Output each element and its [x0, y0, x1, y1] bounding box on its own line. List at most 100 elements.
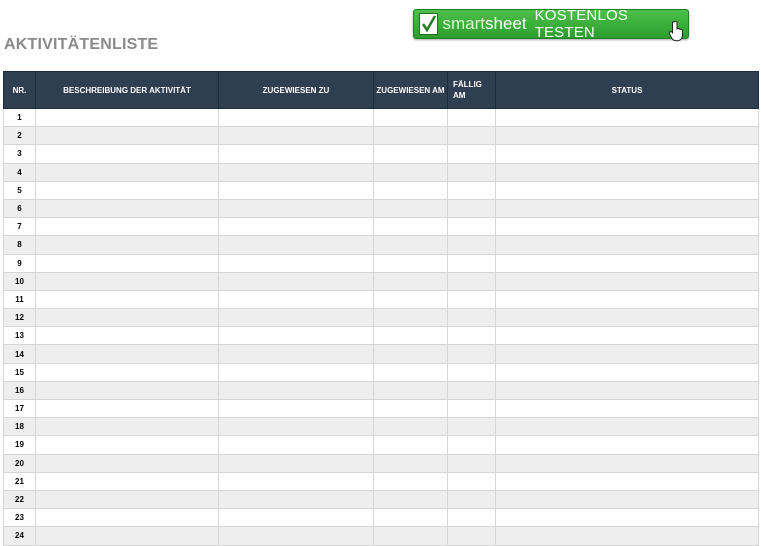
cell-zugewiesen-zu[interactable]	[218, 107, 374, 128]
cell-zugewiesen-am[interactable]	[373, 362, 448, 382]
cell-zugewiesen-zu[interactable]	[218, 162, 374, 182]
cell-zugewiesen-zu[interactable]	[218, 489, 374, 510]
cell-zugewiesen-am[interactable]	[373, 253, 448, 273]
cell-status[interactable]	[495, 326, 759, 346]
cell-zugewiesen-zu[interactable]	[218, 308, 374, 328]
cell-status[interactable]	[495, 271, 759, 291]
cell-beschreibung[interactable]	[35, 326, 219, 346]
cell-beschreibung[interactable]	[35, 453, 219, 473]
cell-faellig-am[interactable]	[447, 326, 496, 346]
cell-faellig-am[interactable]	[447, 162, 496, 182]
cell-status[interactable]	[495, 180, 759, 200]
cell-status[interactable]	[495, 308, 759, 328]
cell-zugewiesen-am[interactable]	[373, 417, 448, 437]
cell-zugewiesen-zu[interactable]	[218, 144, 374, 164]
cell-faellig-am[interactable]	[447, 271, 496, 291]
cell-beschreibung[interactable]	[35, 489, 219, 510]
cell-zugewiesen-zu[interactable]	[218, 398, 374, 419]
cell-status[interactable]	[495, 126, 759, 146]
cell-beschreibung[interactable]	[35, 344, 219, 364]
cell-beschreibung[interactable]	[35, 235, 219, 255]
cell-zugewiesen-am[interactable]	[373, 271, 448, 291]
cell-status[interactable]	[495, 508, 759, 528]
cell-zugewiesen-am[interactable]	[373, 180, 448, 200]
cell-status[interactable]	[495, 489, 759, 510]
cell-zugewiesen-zu[interactable]	[218, 126, 374, 146]
cell-zugewiesen-am[interactable]	[373, 526, 448, 546]
cell-beschreibung[interactable]	[35, 217, 219, 237]
cell-beschreibung[interactable]	[35, 417, 219, 437]
cell-zugewiesen-zu[interactable]	[218, 326, 374, 346]
cell-faellig-am[interactable]	[447, 398, 496, 419]
cell-beschreibung[interactable]	[35, 508, 219, 528]
cell-status[interactable]	[495, 107, 759, 128]
cell-zugewiesen-am[interactable]	[373, 308, 448, 328]
cell-status[interactable]	[495, 417, 759, 437]
cell-status[interactable]	[495, 289, 759, 310]
cell-status[interactable]	[495, 453, 759, 473]
cell-beschreibung[interactable]	[35, 162, 219, 182]
cell-status[interactable]	[495, 253, 759, 273]
cell-faellig-am[interactable]	[447, 217, 496, 237]
cell-faellig-am[interactable]	[447, 126, 496, 146]
cell-beschreibung[interactable]	[35, 253, 219, 273]
cell-beschreibung[interactable]	[35, 398, 219, 419]
cell-faellig-am[interactable]	[447, 198, 496, 219]
cell-zugewiesen-zu[interactable]	[218, 508, 374, 528]
cell-status[interactable]	[495, 217, 759, 237]
cell-beschreibung[interactable]	[35, 308, 219, 328]
cell-zugewiesen-am[interactable]	[373, 198, 448, 219]
cell-zugewiesen-am[interactable]	[373, 344, 448, 364]
cell-beschreibung[interactable]	[35, 144, 219, 164]
cell-zugewiesen-am[interactable]	[373, 235, 448, 255]
cell-beschreibung[interactable]	[35, 107, 219, 128]
cell-beschreibung[interactable]	[35, 362, 219, 382]
cell-zugewiesen-am[interactable]	[373, 162, 448, 182]
cell-faellig-am[interactable]	[447, 471, 496, 491]
cell-status[interactable]	[495, 435, 759, 455]
cell-faellig-am[interactable]	[447, 526, 496, 546]
cell-zugewiesen-am[interactable]	[373, 489, 448, 510]
cell-beschreibung[interactable]	[35, 180, 219, 200]
cell-zugewiesen-am[interactable]	[373, 217, 448, 237]
cell-faellig-am[interactable]	[447, 308, 496, 328]
cell-faellig-am[interactable]	[447, 489, 496, 510]
cell-faellig-am[interactable]	[447, 435, 496, 455]
cell-zugewiesen-zu[interactable]	[218, 253, 374, 273]
cell-zugewiesen-zu[interactable]	[218, 180, 374, 200]
cell-zugewiesen-am[interactable]	[373, 289, 448, 310]
smartsheet-trial-banner[interactable]: smart sheet KOSTENLOS TESTEN	[413, 7, 689, 42]
cell-zugewiesen-zu[interactable]	[218, 217, 374, 237]
cell-zugewiesen-zu[interactable]	[218, 471, 374, 491]
cell-status[interactable]	[495, 144, 759, 164]
cell-zugewiesen-zu[interactable]	[218, 453, 374, 473]
cell-beschreibung[interactable]	[35, 289, 219, 310]
cell-zugewiesen-zu[interactable]	[218, 235, 374, 255]
cell-faellig-am[interactable]	[447, 453, 496, 473]
cell-beschreibung[interactable]	[35, 435, 219, 455]
cell-status[interactable]	[495, 526, 759, 546]
cell-faellig-am[interactable]	[447, 380, 496, 401]
cell-status[interactable]	[495, 198, 759, 219]
cell-zugewiesen-am[interactable]	[373, 398, 448, 419]
cell-faellig-am[interactable]	[447, 180, 496, 200]
cell-status[interactable]	[495, 471, 759, 491]
cell-faellig-am[interactable]	[447, 107, 496, 128]
cell-zugewiesen-am[interactable]	[373, 126, 448, 146]
cell-beschreibung[interactable]	[35, 526, 219, 546]
cell-status[interactable]	[495, 235, 759, 255]
cell-zugewiesen-am[interactable]	[373, 326, 448, 346]
cell-beschreibung[interactable]	[35, 271, 219, 291]
cell-status[interactable]	[495, 380, 759, 401]
cell-zugewiesen-am[interactable]	[373, 471, 448, 491]
cell-zugewiesen-am[interactable]	[373, 453, 448, 473]
cell-faellig-am[interactable]	[447, 362, 496, 382]
cell-beschreibung[interactable]	[35, 380, 219, 401]
cell-faellig-am[interactable]	[447, 417, 496, 437]
cell-faellig-am[interactable]	[447, 144, 496, 164]
cell-zugewiesen-zu[interactable]	[218, 435, 374, 455]
cell-zugewiesen-zu[interactable]	[218, 344, 374, 364]
cell-zugewiesen-am[interactable]	[373, 435, 448, 455]
cell-zugewiesen-zu[interactable]	[218, 271, 374, 291]
cell-beschreibung[interactable]	[35, 471, 219, 491]
